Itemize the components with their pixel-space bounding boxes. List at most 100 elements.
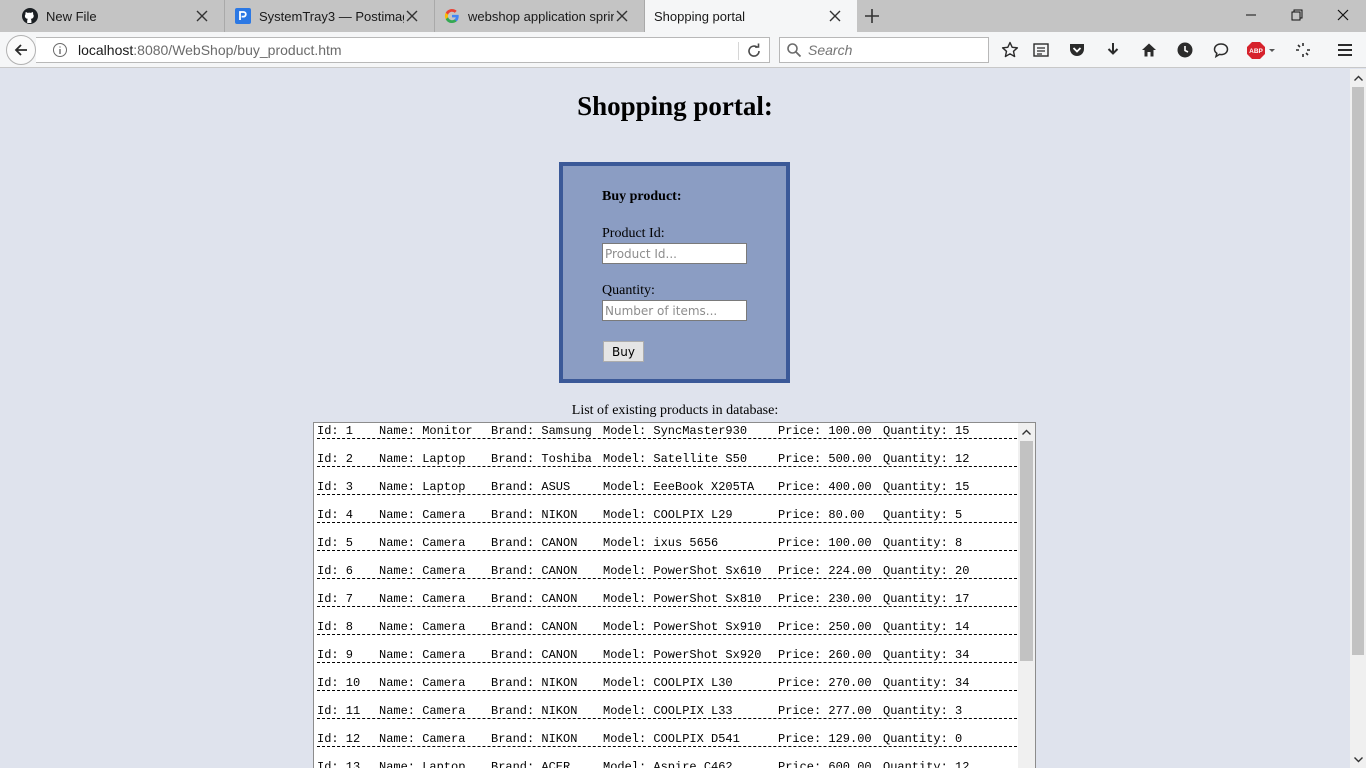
page-scrollbar[interactable] (1350, 69, 1366, 768)
product-qty: Quantity: 0 (883, 732, 963, 746)
product-row: Id: 1 Name: Monitor Brand: Samsung Model: S… (317, 423, 1017, 451)
new-tab-button[interactable] (862, 6, 882, 26)
product-id: Id: 6 (317, 564, 354, 578)
search-bar[interactable] (779, 37, 989, 63)
address-bar[interactable]: localhost:8080/WebShop/buy_product.htm (36, 37, 770, 63)
product-qty: Quantity: 34 (883, 676, 970, 690)
reload-icon[interactable] (745, 42, 763, 60)
product-name: Name: Camera (379, 508, 466, 522)
product-model: Model: SyncMaster930 (603, 424, 748, 438)
product-qty: Quantity: 3 (883, 704, 963, 718)
form-heading: Buy product: (602, 189, 682, 204)
product-qty: Quantity: 20 (883, 564, 970, 578)
product-price: Price: 400.00 (778, 480, 872, 494)
tab-new-file[interactable]: New File (0, 0, 225, 32)
product-price: Price: 600.00 (778, 760, 872, 768)
download-icon[interactable] (1103, 40, 1123, 60)
row-divider (317, 466, 1017, 467)
close-window-button[interactable] (1320, 0, 1366, 30)
product-qty: Quantity: 5 (883, 508, 963, 522)
scroll-up-icon[interactable] (1018, 423, 1035, 440)
product-row: Id: 7 Name: Camera Brand: CANON Model: Powe… (317, 591, 1017, 619)
product-brand: Brand: NIKON (491, 508, 578, 522)
quantity-input[interactable] (602, 300, 747, 321)
close-icon[interactable] (404, 8, 420, 24)
chat-icon[interactable] (1211, 40, 1231, 60)
product-id: Id: 3 (317, 480, 354, 494)
reading-list-icon[interactable] (1031, 40, 1051, 60)
product-row: Id: 2 Name: Laptop Brand: Toshiba Model: Sa… (317, 451, 1017, 479)
adblock-icon[interactable]: ABP (1247, 40, 1277, 60)
scroll-up-icon[interactable] (1350, 69, 1366, 86)
restore-button[interactable] (1274, 0, 1320, 30)
product-row: Id: 4 Name: Camera Brand: NIKON Model: COOL… (317, 507, 1017, 535)
product-row: Id: 12 Name: Camera Brand: NIKON Model: COO… (317, 731, 1017, 759)
svg-text:ABP: ABP (1249, 48, 1263, 55)
product-brand: Brand: NIKON (491, 704, 578, 718)
menu-icon[interactable] (1335, 40, 1355, 60)
product-name: Name: Camera (379, 704, 466, 718)
product-price: Price: 260.00 (778, 648, 872, 662)
product-model: Model: EeeBook X205TA (603, 480, 755, 494)
product-name: Name: Camera (379, 536, 466, 550)
product-list[interactable]: Id: 1 Name: Monitor Brand: Samsung Model: S… (313, 422, 1036, 768)
product-brand: Brand: CANON (491, 536, 578, 550)
row-divider (317, 550, 1017, 551)
list-scrollbar[interactable] (1018, 423, 1035, 768)
tab-shopping-portal[interactable]: Shopping portal (645, 0, 857, 32)
product-row: Id: 13 Name: Laptop Brand: ACER Model: Aspi… (317, 759, 1017, 768)
product-model: Model: COOLPIX D541 (603, 732, 740, 746)
scroll-down-icon[interactable] (1350, 751, 1366, 768)
back-button[interactable] (6, 35, 36, 65)
product-price: Price: 129.00 (778, 732, 872, 746)
product-qty: Quantity: 34 (883, 648, 970, 662)
pocket-icon[interactable] (1067, 40, 1087, 60)
history-icon[interactable] (1175, 40, 1195, 60)
tab-strip: New File SystemTray3 — Postimag... websh… (0, 0, 1366, 32)
buy-button[interactable]: Buy (603, 341, 644, 362)
tab-google-search[interactable]: webshop application sprin... (435, 0, 645, 32)
product-id-input[interactable] (602, 243, 747, 264)
product-price: Price: 230.00 (778, 592, 872, 606)
product-price: Price: 100.00 (778, 536, 872, 550)
page-scroll-thumb[interactable] (1352, 87, 1364, 655)
extension-icon[interactable] (1293, 40, 1313, 60)
product-price: Price: 80.00 (778, 508, 865, 522)
close-icon[interactable] (194, 8, 210, 24)
product-name: Name: Camera (379, 564, 466, 578)
product-row: Id: 6 Name: Camera Brand: CANON Model: Powe… (317, 563, 1017, 591)
divider (738, 42, 739, 60)
product-id: Id: 8 (317, 620, 354, 634)
product-id: Id: 10 (317, 676, 361, 690)
product-id: Id: 11 (317, 704, 361, 718)
product-brand: Brand: NIKON (491, 732, 578, 746)
close-icon[interactable] (614, 8, 630, 24)
bookmark-star-icon[interactable] (1000, 40, 1020, 60)
info-icon[interactable] (52, 42, 68, 58)
tab-postimage[interactable]: SystemTray3 — Postimag... (225, 0, 435, 32)
product-qty: Quantity: 14 (883, 620, 970, 634)
product-model: Model: PowerShot Sx810 (603, 592, 762, 606)
product-rows: Id: 1 Name: Monitor Brand: Samsung Model: S… (317, 423, 1017, 768)
product-id: Id: 9 (317, 648, 354, 662)
product-row: Id: 9 Name: Camera Brand: CANON Model: Powe… (317, 647, 1017, 675)
product-name: Name: Camera (379, 620, 466, 634)
list-scroll-thumb[interactable] (1020, 441, 1033, 661)
product-id: Id: 5 (317, 536, 354, 550)
product-name: Name: Camera (379, 648, 466, 662)
product-qty: Quantity: 15 (883, 480, 970, 494)
close-icon[interactable] (827, 8, 843, 24)
tab-title: webshop application sprin... (468, 8, 614, 24)
product-brand: Brand: ACER (491, 760, 571, 768)
product-qty: Quantity: 8 (883, 536, 963, 550)
product-name: Name: Laptop (379, 480, 466, 494)
search-input[interactable] (808, 42, 978, 58)
tab-title: New File (46, 8, 97, 24)
home-icon[interactable] (1139, 40, 1159, 60)
product-row: Id: 11 Name: Camera Brand: NIKON Model: COO… (317, 703, 1017, 731)
product-brand: Brand: CANON (491, 564, 578, 578)
minimize-button[interactable] (1228, 0, 1274, 30)
product-model: Model: PowerShot Sx920 (603, 648, 762, 662)
product-model: Model: COOLPIX L29 (603, 508, 733, 522)
product-list-caption: List of existing products in database: (571, 403, 779, 418)
